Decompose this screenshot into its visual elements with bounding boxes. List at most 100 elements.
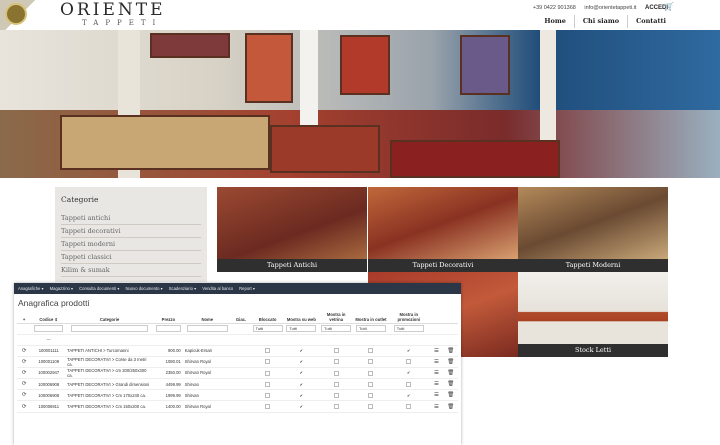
col-codice[interactable]: Codice ⇕ [31,311,67,324]
checkbox-promo[interactable] [406,359,412,365]
menu-vendita-al-banco[interactable]: Vendita al banco [202,286,233,291]
filter-nome-input[interactable] [187,324,228,332]
sidebar-item-tappeti-antichi[interactable]: Tappeti antichi [61,212,201,225]
menu-consulta-documenti[interactable]: Consulta documenti ▾ [79,286,119,291]
nav-chi-siamo[interactable]: Chi siamo [573,15,627,28]
col-giacenza[interactable]: Giac. [230,311,252,324]
phone-link[interactable]: +39 0422 901368 [533,5,576,11]
table-row[interactable]: ⟳ 100001111 TAPPETI ANTICHI > Turcomanni… [17,345,458,357]
cell-category: TAPPETI DECORATIVI > Corse da 3 metri ca… [66,356,154,368]
trash-icon[interactable]: 🗑 [447,381,454,387]
sidebar-item-tappeti-moderni[interactable]: Tappeti moderni [61,238,201,251]
col-mostra-web[interactable]: Mostra su web [284,311,319,324]
sidebar-item-tappeti-decorativi[interactable]: Tappeti decorativi [61,225,201,238]
menu-icon[interactable]: ☰ [434,348,439,354]
edit-icon[interactable]: ⟳ [22,392,27,398]
edit-icon[interactable]: ⟳ [22,381,27,387]
trash-icon[interactable]: 🗑 [447,359,454,365]
tile-tappeti-decorativi[interactable]: Tappeti Decorativi [368,187,518,272]
email-link[interactable]: info@orientetappeti.it [584,5,636,11]
filter-outlet-select[interactable]: Tutti [355,325,386,332]
col-mostra-outlet[interactable]: Mostra in outlet [353,311,389,324]
checkbox-bloccato[interactable] [265,393,271,399]
cart-icon[interactable]: 🛒 [664,2,674,11]
edit-icon[interactable]: ⟳ [22,348,27,354]
menu-scadenziario[interactable]: Scadenziario ▾ [169,286,196,291]
sidebar-item-tappeti-classici[interactable]: Tappeti classici [61,251,201,264]
checkbox-promo[interactable] [406,404,412,410]
col-mostra-vetrina[interactable]: Mostra in vetrina [318,311,354,324]
site-header: ORIENTE TAPPETI +39 0422 901368 info@ori… [0,0,720,30]
col-mostra-promozioni[interactable]: Mostra in promozioni [388,311,430,324]
checkbox-bloccato[interactable] [265,348,271,354]
trash-icon[interactable]: 🗑 [447,392,454,398]
add-icon[interactable]: + [17,311,32,324]
col-bloccato[interactable]: Bloccato [251,311,284,324]
menu-icon[interactable]: ☰ [434,392,439,398]
table-row[interactable]: ⟳ 100006911 TAPPETI DECORATIVI > Cm 150x… [17,400,458,413]
checkbox-vetrina[interactable] [333,370,339,376]
col-nome[interactable]: Nome [183,311,231,324]
menu-icon[interactable]: ☰ [434,404,439,410]
checkbox-promo[interactable] [406,381,412,387]
site-logo[interactable]: ORIENTE TAPPETI [60,2,163,28]
checkbox-vetrina[interactable] [333,359,339,365]
filter-dash[interactable]: --- [47,337,51,342]
checkbox-bloccato[interactable] [265,370,271,376]
menu-icon[interactable]: ☰ [434,359,439,365]
checkbox-bloccato[interactable] [265,404,271,410]
menu-report[interactable]: Report ▾ [239,286,255,291]
filter-prezzo-input[interactable] [155,324,182,332]
table-row[interactable]: ⟳ 100006908 TAPPETI DECORATIVI > Cm 170x… [17,389,458,402]
trash-icon[interactable]: 🗑 [447,348,454,354]
menu-magazzino[interactable]: Magazzino ▾ [50,286,74,291]
checkbox-bloccato[interactable] [265,381,271,387]
sort-icon[interactable]: ⇕ [55,317,59,322]
checkbox-vetrina[interactable] [333,393,339,399]
col-categorie[interactable]: Categorie [66,311,154,324]
filter-categorie-input[interactable] [71,324,148,332]
checkbox-bloccato[interactable] [265,359,271,365]
tile-tappeti-antichi[interactable]: Tappeti Antichi [217,187,367,272]
nav-home[interactable]: Home [536,15,574,28]
checkbox-vetrina[interactable] [333,381,339,387]
cell-price: 1080.01 [153,356,184,368]
cell-price: 1999.99 [153,389,184,402]
check-promo-icon: ✔ [388,389,430,402]
checkbox-outlet[interactable] [368,359,374,365]
filter-vetrina-select[interactable]: Tutti [321,325,352,332]
checkbox-vetrina[interactable] [333,404,339,410]
checkbox-outlet[interactable] [368,348,374,354]
trash-icon[interactable]: 🗑 [447,404,454,410]
checkbox-outlet[interactable] [368,404,374,410]
filter-bloccato-select[interactable]: Tutti [252,325,283,332]
filter-promo-select[interactable]: Tutti [393,325,424,332]
edit-icon[interactable]: ⟳ [22,370,27,376]
table-row[interactable]: ⟳ 100001109 TAPPETI DECORATIVI > Corse d… [17,356,458,368]
menu-icon[interactable]: ☰ [434,381,439,387]
admin-menu-bar: Anagrafiche ▾ Magazzino ▾ Consulta docum… [14,283,461,294]
filter-web-select[interactable]: Tutti [286,325,317,332]
tile-tappeti-moderni[interactable]: Tappeti Moderni [518,187,668,272]
menu-nuovo-documento[interactable]: Nuovo documento ▾ [125,286,162,291]
sidebar-item-kilim-sumak[interactable]: Kilim & sumak [61,264,201,277]
menu-icon[interactable]: ☰ [434,370,439,376]
menu-anagrafiche[interactable]: Anagrafiche ▾ [18,286,44,291]
check-web-icon: ✔ [284,345,319,357]
checkbox-vetrina[interactable] [333,348,339,354]
nav-contatti[interactable]: Contatti [627,15,674,28]
table-row[interactable]: ⟳ 100002947 TAPPETI DECORATIVI > cm 200/… [17,367,458,380]
checkbox-outlet[interactable] [368,370,374,376]
checkbox-outlet[interactable] [368,393,374,399]
cell-code: 100001111 [31,345,67,357]
check-web-icon: ✔ [284,367,319,380]
filter-codice-input[interactable] [33,324,64,332]
tile-caption: Stock Letti [518,344,668,357]
col-prezzo[interactable]: Prezzo [153,311,184,324]
edit-icon[interactable]: ⟳ [22,359,27,365]
trash-icon[interactable]: 🗑 [447,370,454,376]
tile-stock-letti[interactable]: Stock Letti [518,272,668,357]
edit-icon[interactable]: ⟳ [22,404,27,410]
table-row[interactable]: ⟳ 100006908 TAPPETI DECORATIVI > Grandi … [17,378,458,391]
checkbox-outlet[interactable] [368,381,374,387]
